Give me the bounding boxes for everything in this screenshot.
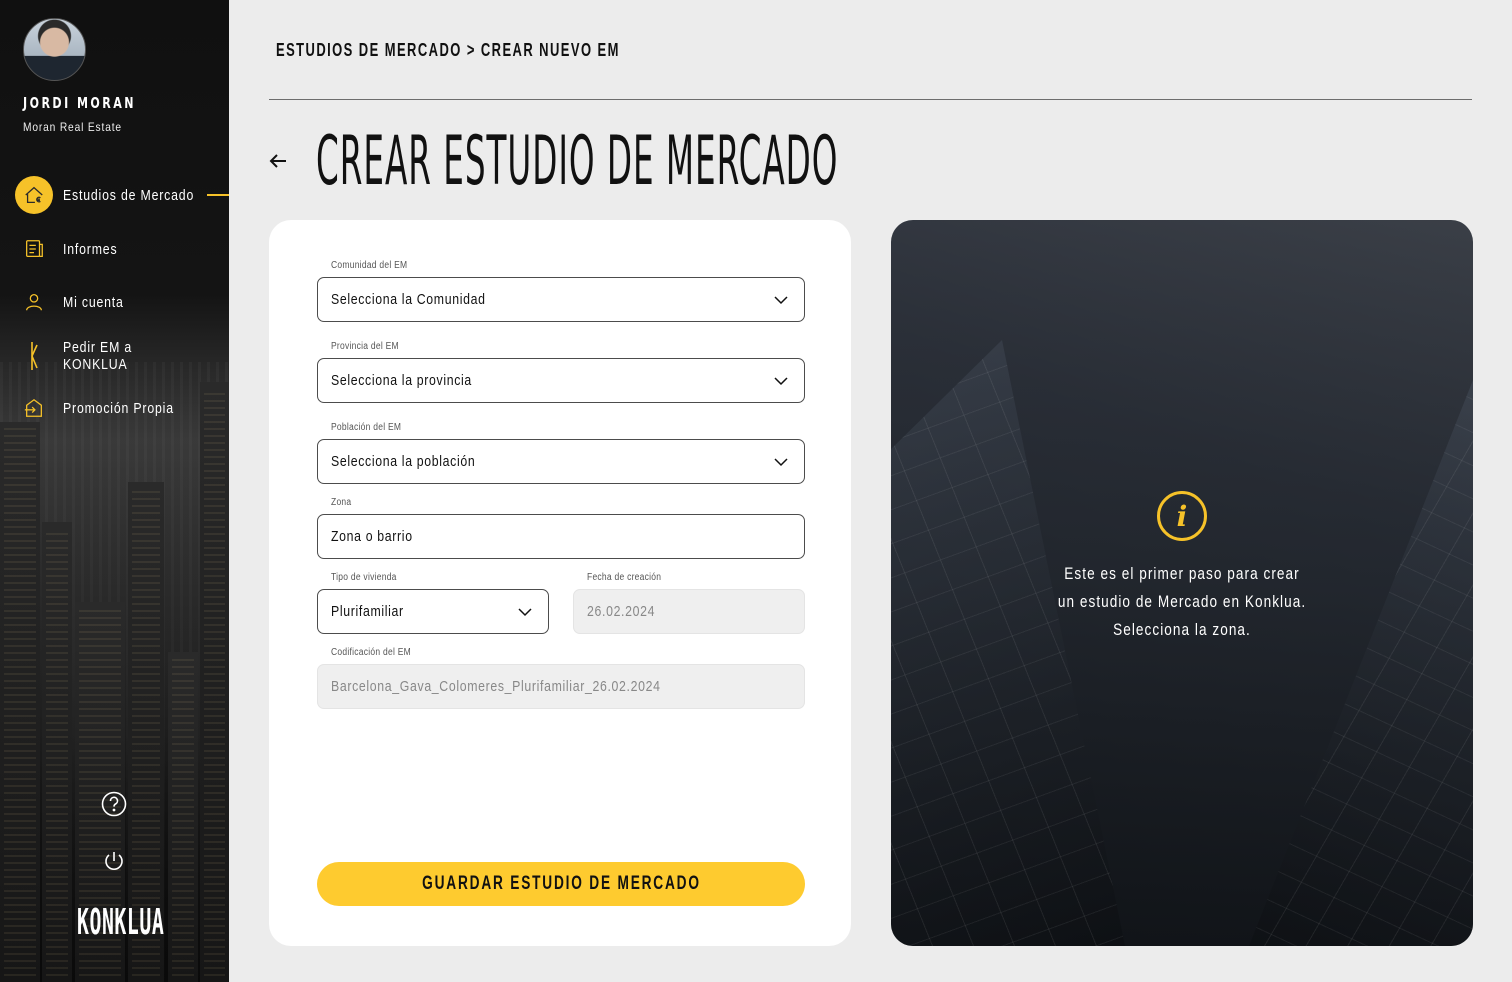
form-card [269,220,851,946]
report-icon [15,230,53,268]
save-button-label: GUARDAR ESTUDIO DE MERCADO [421,873,701,894]
user-icon [15,283,53,321]
info-line: Este es el primer paso para crear [1064,564,1300,583]
codificacion-label: Codificación del EM [331,647,411,658]
sidebar-item-label: Mi cuenta [63,293,124,311]
tipo-value: Plurifamiliar [331,603,404,620]
breadcrumb: ESTUDIOS DE MERCADO > CREAR NUEVO EM [276,40,620,60]
codificacion-field: Barcelona_Gava_Colomeres_Plurifamiliar_2… [317,664,805,709]
building-image-right [1249,380,1473,946]
comunidad-label: Comunidad del EM [331,260,408,271]
house-euro-icon [15,176,53,214]
page-title: CREAR ESTUDIO DE MERCADO [316,122,839,201]
fecha-field: 26.02.2024 [573,589,805,634]
chevron-down-icon [774,458,788,467]
sidebar: JORDI MORAN Moran Real Estate Estudios d… [0,0,229,982]
fecha-label: Fecha de creación [587,572,662,583]
provincia-label: Provincia del EM [331,341,399,352]
info-line: un estudio de Mercado en Konklua. [1057,592,1307,611]
comunidad-select[interactable]: Selecciona la Comunidad [317,277,805,322]
user-name: JORDI MORAN [23,94,137,112]
sidebar-item-promocion-propia[interactable]: Promoción Propia [0,388,229,428]
user-company: Moran Real Estate [23,120,122,134]
sidebar-item-pedir-em[interactable]: Pedir EM a KONKLUA [0,336,229,376]
zona-placeholder: Zona o barrio [331,528,413,545]
sidebar-item-label: Estudios de Mercado [63,186,195,204]
info-line: Selecciona la zona. [1113,620,1251,639]
sidebar-item-estudios-de-mercado[interactable]: Estudios de Mercado [0,175,229,215]
sidebar-item-label: Promoción Propia [63,399,174,417]
sidebar-item-informes[interactable]: Informes [0,229,229,269]
save-button[interactable]: GUARDAR ESTUDIO DE MERCADO [317,862,805,906]
konklua-k-icon [15,337,53,375]
poblacion-select[interactable]: Selecciona la población [317,439,805,484]
sidebar-item-label: Informes [63,240,118,258]
tipo-vivienda-select[interactable]: Plurifamiliar [317,589,549,634]
poblacion-label: Población del EM [331,422,402,433]
chevron-down-icon [774,377,788,386]
sidebar-item-label: Pedir EM a KONKLUA [63,339,133,373]
info-icon: i [1157,491,1207,541]
fecha-value: 26.02.2024 [587,603,656,620]
help-icon[interactable] [101,791,127,817]
konklua-logo: KONKLUA [77,902,165,943]
poblacion-value: Selecciona la población [331,453,476,470]
codificacion-value: Barcelona_Gava_Colomeres_Plurifamiliar_2… [331,678,661,695]
back-arrow-icon[interactable] [266,148,290,172]
info-message: Este es el primer paso para crear un est… [891,560,1473,644]
zona-label: Zona [331,497,352,508]
avatar[interactable] [23,18,86,81]
power-icon[interactable] [101,848,127,874]
provincia-value: Selecciona la provincia [331,372,472,389]
chevron-down-icon [774,296,788,305]
house-enter-icon [15,389,53,427]
sidebar-city-background [0,362,229,982]
tipo-label: Tipo de vivienda [331,572,397,583]
comunidad-value: Selecciona la Comunidad [331,291,486,308]
zona-input[interactable]: Zona o barrio [317,514,805,559]
header-divider [269,99,1472,100]
chevron-down-icon [518,608,532,617]
sidebar-item-mi-cuenta[interactable]: Mi cuenta [0,282,229,322]
provincia-select[interactable]: Selecciona la provincia [317,358,805,403]
info-card: i Este es el primer paso para crear un e… [891,220,1473,946]
active-indicator [207,194,229,196]
